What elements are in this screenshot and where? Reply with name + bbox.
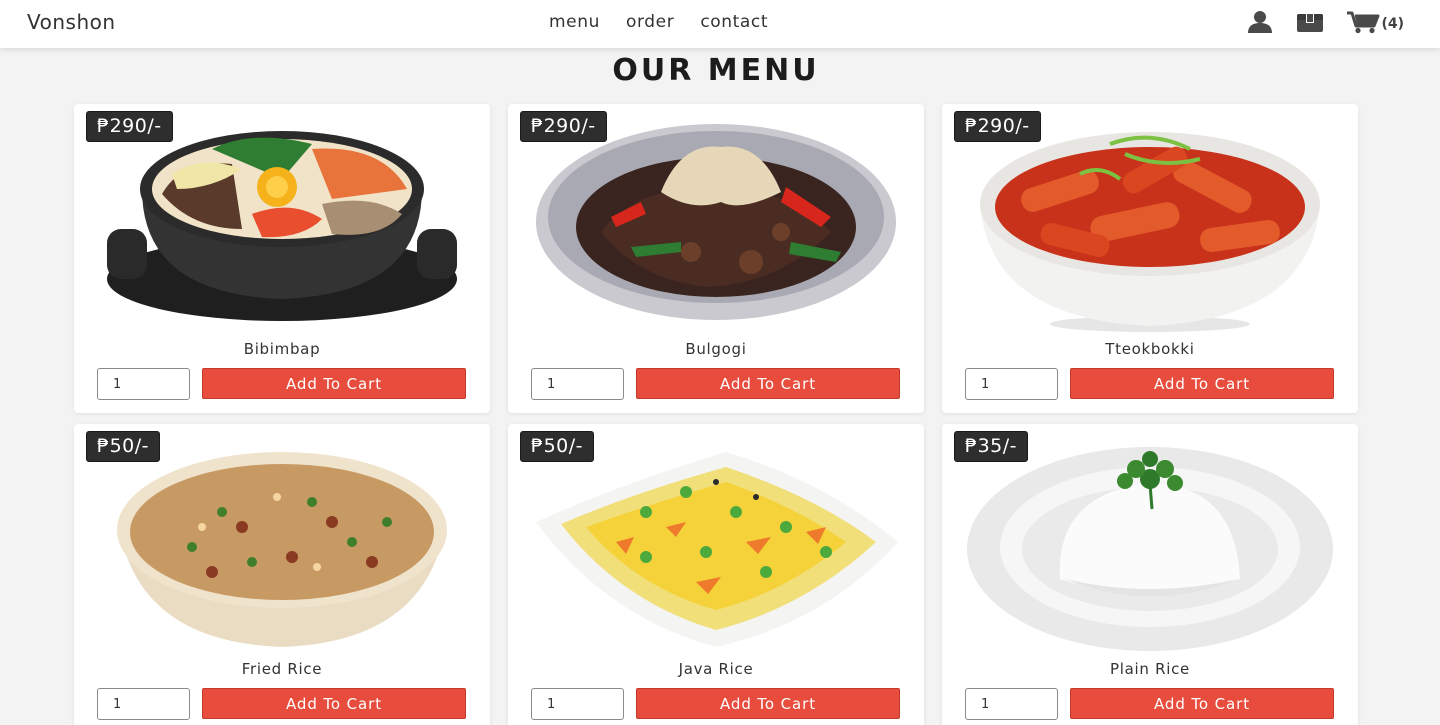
quantity-input[interactable] — [965, 368, 1058, 400]
menu-card: ₱50/- Fried Rice 1 Add To Cart — [74, 424, 490, 725]
menu-card: ₱290/- Tteokbokki Add To Cart — [942, 104, 1358, 413]
quantity-input[interactable] — [97, 688, 190, 720]
plain-rice-dish-image — [942, 434, 1358, 659]
nav-contact[interactable]: contact — [700, 12, 768, 32]
cart-button[interactable]: (4) — [1346, 10, 1404, 34]
dish-name: Bulgogi — [685, 340, 747, 358]
dish-name: Java Rice — [678, 660, 754, 678]
price-badge: ₱290/- — [954, 111, 1041, 142]
nav-menu[interactable]: menu — [549, 12, 600, 32]
quantity-input[interactable] — [965, 688, 1058, 720]
main-nav: menu order contact — [549, 12, 768, 32]
add-to-cart-button[interactable]: Add To Cart — [202, 688, 466, 719]
price-badge: ₱50/- — [520, 431, 595, 462]
box-icon[interactable] — [1296, 11, 1324, 33]
add-to-cart-button[interactable]: Add To Cart — [636, 368, 900, 399]
user-icon[interactable] — [1246, 10, 1274, 34]
quantity-input[interactable] — [531, 368, 624, 400]
fried-rice-dish-image — [74, 434, 490, 659]
add-to-cart-button[interactable]: Add To Cart — [202, 368, 466, 399]
add-to-cart-button[interactable]: Add To Cart — [1070, 368, 1334, 399]
menu-card: ₱35/- Plain Rice Add To Cart — [942, 424, 1358, 725]
nav-order[interactable]: order — [626, 12, 674, 32]
quantity-input[interactable] — [531, 688, 624, 720]
site-header: Vonshon menu order contact (4) — [0, 0, 1440, 48]
add-to-cart-button[interactable]: Add To Cart — [1070, 688, 1334, 719]
menu-grid: ₱290/- Bibimbap Add To Cart — [74, 104, 1358, 725]
cart-icon — [1347, 11, 1380, 34]
menu-card: ₱290/- Bulgogi Add To Cart — [508, 104, 924, 413]
price-badge: ₱290/- — [86, 111, 173, 142]
dish-name: Bibimbap — [243, 340, 321, 358]
dish-name: Tteokbokki — [1105, 340, 1195, 358]
tteokbokki-dish-image — [942, 114, 1358, 339]
java-rice-dish-image — [508, 434, 924, 659]
dish-name: Fried Rice — [241, 660, 323, 678]
header-icons: (4) — [1246, 10, 1404, 34]
price-badge: ₱290/- — [520, 111, 607, 142]
dish-name: Plain Rice — [1110, 660, 1190, 678]
menu-card: ₱50/- Java Rice 1 Add To Cart — [508, 424, 924, 725]
price-badge: ₱50/- — [86, 431, 161, 462]
price-badge: ₱35/- — [954, 431, 1029, 462]
brand-logo[interactable]: Vonshon — [27, 10, 116, 34]
cart-count: (4) — [1381, 16, 1404, 32]
quantity-input[interactable] — [97, 368, 190, 400]
bibimbap-dish-image — [74, 114, 490, 339]
bulgogi-dish-image — [508, 114, 924, 339]
menu-card: ₱290/- Bibimbap Add To Cart — [74, 104, 490, 413]
add-to-cart-button[interactable]: Add To Cart — [636, 688, 900, 719]
page-title: OUR MENU — [612, 53, 820, 88]
